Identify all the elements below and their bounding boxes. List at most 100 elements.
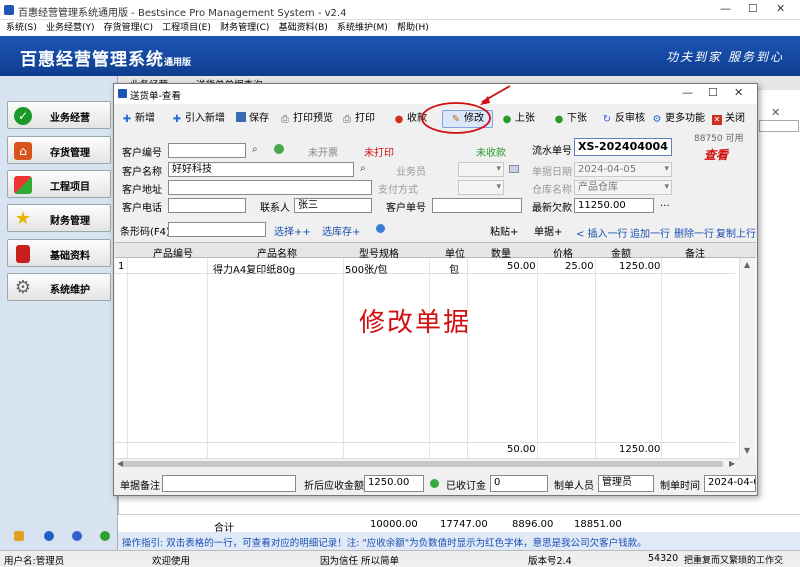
sidebar: ✓ 业务经营 ⌂ 存货管理 工程项目 ★ 财务管理 基础资料 ⚙ 系统维护 <box>0 76 118 550</box>
import-new-button[interactable]: ✚ 引入新增 <box>172 111 225 127</box>
more-functions-label: 更多功能 <box>665 113 705 124</box>
menu-system[interactable]: 系统(S) <box>6 20 37 36</box>
status-number: 54320 <box>648 553 679 564</box>
insert-row-link[interactable]: < 插入一行 <box>576 225 628 240</box>
copy-row-link[interactable]: 复制上行 <box>716 225 756 240</box>
next-button[interactable]: ● 下张 <box>554 111 587 127</box>
dialog-close-icon[interactable]: ✕ <box>734 86 743 99</box>
menu-business[interactable]: 业务经营(Y) <box>46 20 95 36</box>
app-icon <box>4 5 14 15</box>
maximize-icon[interactable]: ☐ <box>748 2 758 15</box>
deposit-label: 已收订金 <box>446 481 486 492</box>
scroll-right-icon[interactable]: ▶ <box>729 459 735 468</box>
menu-inventory[interactable]: 存货管理(C) <box>104 20 153 36</box>
nav-inventory[interactable]: ⌂ 存货管理 <box>7 136 111 164</box>
save-button[interactable]: 保存 <box>236 111 269 127</box>
date-field[interactable]: 2024-04-05 <box>574 162 672 177</box>
customer-addr-input[interactable] <box>168 180 372 195</box>
sidebar-tool-icon-3[interactable] <box>72 531 82 541</box>
print-button[interactable]: ⎙ 打印 <box>342 111 375 127</box>
sidebar-tool-icon-4[interactable] <box>100 531 110 541</box>
menu-maintenance[interactable]: 系统维护(M) <box>337 20 388 36</box>
warehouse-select[interactable]: 产品仓库 <box>574 180 672 195</box>
puzzle-icon <box>14 176 32 194</box>
nav-basic-data[interactable]: 基础资料 <box>7 239 111 267</box>
close-icon[interactable]: ✕ <box>776 2 785 15</box>
menu-project[interactable]: 工程项目(E) <box>162 20 211 36</box>
sidebar-tool-icon-2[interactable] <box>44 531 54 541</box>
main-window-title: 百惠经营管理系统通用版 - Bestsince Pro Management S… <box>18 8 347 19</box>
more-functions-button[interactable]: ⚙ 更多功能 <box>652 111 705 127</box>
date-label: 单据日期 <box>532 167 572 178</box>
globe-icon[interactable] <box>376 224 385 233</box>
select-link[interactable]: 选择++ <box>274 223 311 238</box>
nav-business[interactable]: ✓ 业务经营 <box>7 101 111 129</box>
warehouse-label: 仓库名称 <box>532 185 572 196</box>
print-label: 打印 <box>355 113 375 124</box>
cust-order-no-input[interactable] <box>432 198 522 213</box>
customer-no-input[interactable] <box>168 143 246 158</box>
discount-field[interactable]: 1250.00 <box>364 475 424 492</box>
append-row-link[interactable]: 追加一行 <box>630 225 670 240</box>
status-slogan: 因为信任 所以简单 <box>320 556 400 567</box>
sidebar-tool-icon-1[interactable] <box>14 531 24 541</box>
minimize-icon[interactable]: — <box>720 2 731 15</box>
save-icon <box>236 112 246 122</box>
unapprove-button[interactable]: ↻ 反审核 <box>602 111 645 127</box>
bg-sum-4: 18851.00 <box>574 519 622 530</box>
brand-title: 百惠经营管理系统通用版 <box>20 45 191 70</box>
dialog-icon <box>118 89 127 98</box>
scroll-up-icon[interactable]: ▲ <box>744 260 750 269</box>
new-button[interactable]: ✚ 新增 <box>122 111 155 127</box>
table-row[interactable]: 1 得力A4复印纸80g 500张/包 包 50.00 25.00 1250.0… <box>115 260 735 276</box>
vertical-scrollbar[interactable]: ▲ ▼ <box>739 258 755 458</box>
paste-link[interactable]: 粘贴+ <box>490 223 518 238</box>
barcode-input[interactable] <box>168 222 266 237</box>
menu-finance[interactable]: 财务管理(C) <box>220 20 269 36</box>
gear-icon: ⚙ <box>14 277 32 298</box>
close-button[interactable]: ✕ 关闭 <box>712 111 745 127</box>
nav-finance[interactable]: ★ 财务管理 <box>7 204 111 232</box>
cell-name: 得力A4复印纸80g <box>213 265 296 276</box>
nav-label: 工程项目 <box>50 182 90 193</box>
deposit-field[interactable]: 0 <box>490 475 548 492</box>
salesman-select[interactable] <box>458 162 504 177</box>
receipt-status: 未收款 <box>476 148 506 159</box>
search-icon[interactable]: ⌕ <box>360 163 366 174</box>
menu-basic-data[interactable]: 基础资料(B) <box>279 20 328 36</box>
invoice-status: 未开票 <box>308 148 338 159</box>
select-stock-link[interactable]: 选库存+ <box>322 223 360 238</box>
scroll-down-icon[interactable]: ▼ <box>744 446 750 455</box>
print-preview-button[interactable]: ⎙ 打印预览 <box>280 111 333 127</box>
gear-icon: ⚙ <box>652 114 662 125</box>
document-link[interactable]: 单据+ <box>534 223 562 238</box>
contact-input[interactable]: 张三 <box>294 198 372 213</box>
print-status: 未打印 <box>364 148 394 159</box>
dialog-minimize-icon[interactable]: — <box>682 86 693 99</box>
dialog-maximize-icon[interactable]: ☐ <box>708 86 718 99</box>
serial-no-field[interactable]: XS-202404004 <box>574 138 672 156</box>
customer-name-input[interactable]: 好好科技 <box>168 162 354 177</box>
customer-phone-input[interactable] <box>168 198 246 213</box>
eraser-icon[interactable] <box>509 165 519 173</box>
nav-maintenance[interactable]: ⚙ 系统维护 <box>7 273 111 301</box>
balance-label: 最新欠款 <box>532 203 572 214</box>
new-label: 新增 <box>135 113 155 124</box>
scroll-thumb[interactable] <box>123 461 723 467</box>
menu-help[interactable]: 帮助(H) <box>397 20 429 36</box>
balance-more-button[interactable]: ... <box>660 198 670 209</box>
nav-label: 基础资料 <box>50 251 90 262</box>
nav-label: 系统维护 <box>50 285 90 296</box>
discount-label: 折后应收金额 <box>304 481 364 492</box>
search-icon[interactable]: ⌕ <box>252 144 258 155</box>
remark-input[interactable] <box>162 475 296 492</box>
payment-select[interactable] <box>458 180 504 195</box>
plus-icon: ✚ <box>122 114 132 125</box>
available-count: 88750 可用 <box>694 134 744 144</box>
delete-row-link[interactable]: 删除一行 <box>674 225 714 240</box>
save-label: 保存 <box>249 113 269 124</box>
bg-window-close-icon[interactable]: ✕ <box>771 106 780 119</box>
nav-project[interactable]: 工程项目 <box>7 170 111 198</box>
horizontal-scrollbar[interactable]: ◀ ▶ <box>115 458 740 468</box>
refresh-icon[interactable] <box>274 144 284 154</box>
